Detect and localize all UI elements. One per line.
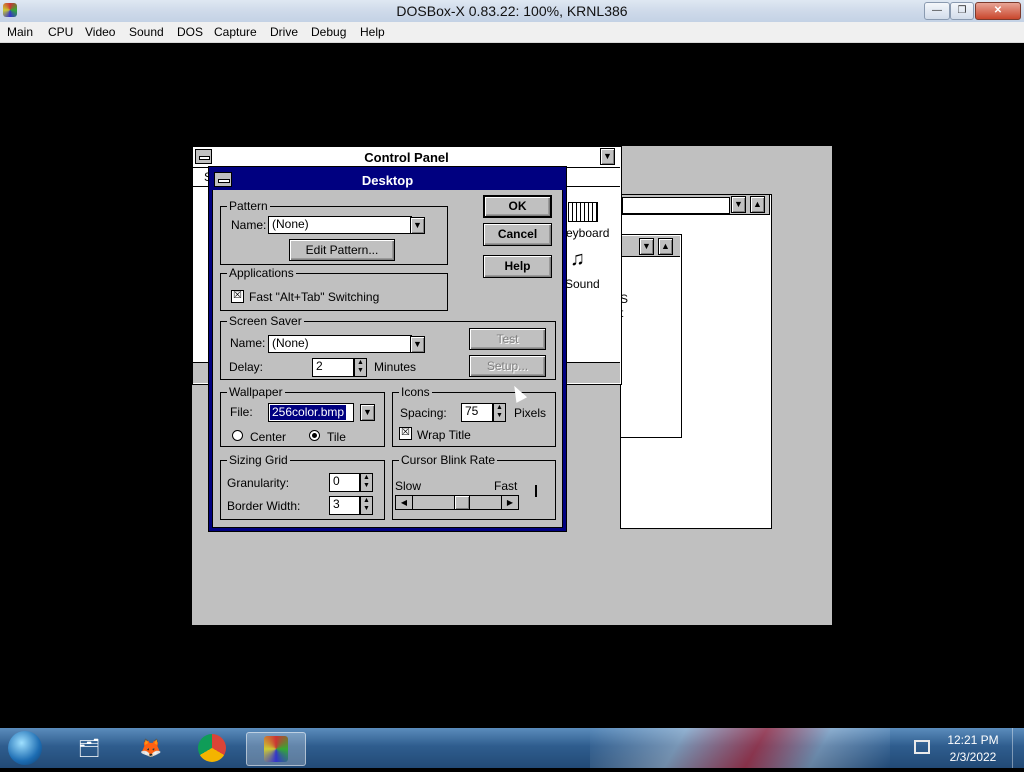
blink-cursor-preview — [535, 485, 537, 497]
inner-dropdown-button[interactable]: ▼ — [639, 238, 654, 255]
close-button[interactable]: ✕ — [975, 2, 1021, 20]
wallpaper-file-value: 256color.bmp — [270, 405, 347, 420]
pattern-name-dropdown-button[interactable]: ▼ — [410, 217, 425, 234]
control-panel-minimize-button[interactable]: ▼ — [600, 148, 615, 165]
delay-label: Delay: — [229, 360, 264, 374]
scroll-right-arrow-icon[interactable]: ▶ — [501, 496, 518, 509]
icon-spacing-field[interactable]: 75 — [461, 403, 493, 422]
icon-spacing-unit: Pixels — [514, 406, 547, 420]
chrome-icon[interactable] — [187, 732, 237, 764]
icon-spacing-spinner[interactable]: ▲ ▼ — [493, 403, 506, 422]
border-width-spinner[interactable]: ▲ ▼ — [360, 496, 373, 515]
minimize-button[interactable]: — — [924, 2, 950, 20]
wrap-title-checkbox[interactable]: ☒ — [399, 427, 412, 440]
delay-field[interactable]: 2 — [312, 358, 354, 377]
desktop-dialog-title-bar: Desktop — [212, 170, 563, 190]
start-orb-icon[interactable] — [8, 731, 42, 765]
granularity-field[interactable]: 0 — [329, 473, 360, 492]
sound-icon[interactable]: ♫ — [570, 248, 596, 270]
host-title-bar: DOSBox-X 0.83.22: 100%, KRNL386 — ❐ ✕ — [0, 0, 1024, 22]
icons-group-label: Icons — [399, 385, 432, 399]
menu-video[interactable]: Video — [85, 25, 115, 39]
icon-spacing-label: Spacing: — [400, 406, 447, 420]
taskbar-wallpaper-art — [590, 728, 890, 768]
wallpaper-center-label[interactable]: Center — [250, 430, 286, 444]
pattern-name-field[interactable]: (None) — [268, 216, 412, 234]
delay-unit-label: Minutes — [374, 360, 417, 374]
edit-pattern-button[interactable]: Edit Pattern... — [289, 239, 395, 261]
fast-switching-label[interactable]: Fast "Alt+Tab" Switching — [249, 290, 379, 304]
blink-rate-thumb[interactable] — [453, 496, 470, 509]
blink-slow-label: Slow — [395, 479, 422, 493]
cancel-button[interactable]: Cancel — [483, 223, 552, 246]
blink-fast-label: Fast — [494, 479, 518, 493]
border-width-label: Border Width: — [227, 499, 301, 513]
wallpaper-file-dropdown-button[interactable]: ▼ — [360, 404, 375, 421]
test-button[interactable]: Test — [469, 328, 546, 350]
wallpaper-group-label: Wallpaper — [227, 385, 285, 399]
inner-scroll-up-button[interactable]: ▲ — [658, 238, 673, 255]
background-window-field — [622, 197, 730, 214]
granularity-label: Granularity: — [227, 476, 290, 490]
sizing-grid-group-label: Sizing Grid — [227, 453, 290, 467]
win31-desktop: ▼ ▲ ▼ ▲ S t Control Panel ▼ S eyboard ♫ … — [192, 146, 832, 625]
wallpaper-tile-label[interactable]: Tile — [327, 430, 346, 444]
wallpaper-tile-radio[interactable] — [309, 430, 320, 441]
menu-capture[interactable]: Capture — [214, 25, 257, 39]
scroll-left-arrow-icon[interactable]: ◀ — [396, 496, 413, 509]
network-icon[interactable] — [914, 740, 930, 754]
menu-sound[interactable]: Sound — [129, 25, 164, 39]
menu-debug[interactable]: Debug — [311, 25, 346, 39]
keyboard-icon-label[interactable]: eyboard — [566, 226, 609, 240]
dosbox-taskbar-icon[interactable] — [246, 732, 306, 766]
help-button[interactable]: Help — [483, 255, 552, 278]
wallpaper-center-radio[interactable] — [232, 430, 243, 441]
setup-button[interactable]: Setup... — [469, 355, 546, 377]
wrap-title-label[interactable]: Wrap Title — [417, 428, 471, 442]
applications-group-label: Applications — [227, 266, 296, 280]
keyboard-icon[interactable] — [568, 202, 598, 222]
menu-main[interactable]: Main — [7, 25, 33, 39]
host-window-title: DOSBox-X 0.83.22: 100%, KRNL386 — [396, 3, 628, 19]
sound-icon-label[interactable]: Sound — [565, 277, 600, 291]
screen-saver-name-dropdown-button[interactable]: ▼ — [410, 336, 425, 353]
wallpaper-file-field[interactable]: 256color.bmp — [268, 403, 354, 422]
desktop-dialog-title: Desktop — [361, 173, 414, 188]
show-desktop-button[interactable] — [1012, 728, 1024, 768]
host-menu-bar: Main CPU Video Sound DOS Capture Drive D… — [0, 22, 1024, 43]
control-panel-title-bar: Control Panel ▼ — [193, 147, 620, 168]
restore-button[interactable]: ❐ — [950, 2, 974, 20]
taskbar: 🗂 🦊 12:21 PM 2/3/2022 — [0, 728, 1024, 768]
screen-saver-group-label: Screen Saver — [227, 314, 304, 328]
clock-time[interactable]: 12:21 PM — [940, 733, 1006, 747]
ok-button[interactable]: OK — [483, 195, 552, 218]
delay-spinner[interactable]: ▲ ▼ — [354, 358, 367, 377]
pattern-group-label: Pattern — [227, 199, 270, 213]
pattern-name-label: Name: — [231, 218, 267, 232]
clock-date[interactable]: 2/3/2022 — [940, 750, 1006, 764]
background-dropdown-button[interactable]: ▼ — [731, 196, 746, 213]
wallpaper-file-label: File: — [230, 405, 253, 419]
menu-cpu[interactable]: CPU — [48, 25, 73, 39]
cursor-blink-group-label: Cursor Blink Rate — [399, 453, 498, 467]
granularity-spinner[interactable]: ▲ ▼ — [360, 473, 373, 492]
border-width-field[interactable]: 3 — [329, 496, 360, 515]
file-explorer-icon[interactable]: 🗂 — [64, 732, 114, 764]
menu-dos[interactable]: DOS — [177, 25, 203, 39]
background-scroll-up-button[interactable]: ▲ — [750, 196, 765, 213]
inner-window — [620, 234, 682, 438]
screen-saver-name-field[interactable]: (None) — [268, 335, 412, 353]
menu-help[interactable]: Help — [360, 25, 385, 39]
firefox-icon[interactable]: 🦊 — [126, 732, 176, 764]
fast-switching-checkbox[interactable]: ☒ — [231, 290, 244, 303]
screen-saver-name-label: Name: — [230, 336, 266, 350]
blink-rate-scrollbar[interactable]: ◀ ▶ — [395, 495, 519, 510]
menu-drive[interactable]: Drive — [270, 25, 298, 39]
control-panel-title: Control Panel — [364, 150, 449, 165]
